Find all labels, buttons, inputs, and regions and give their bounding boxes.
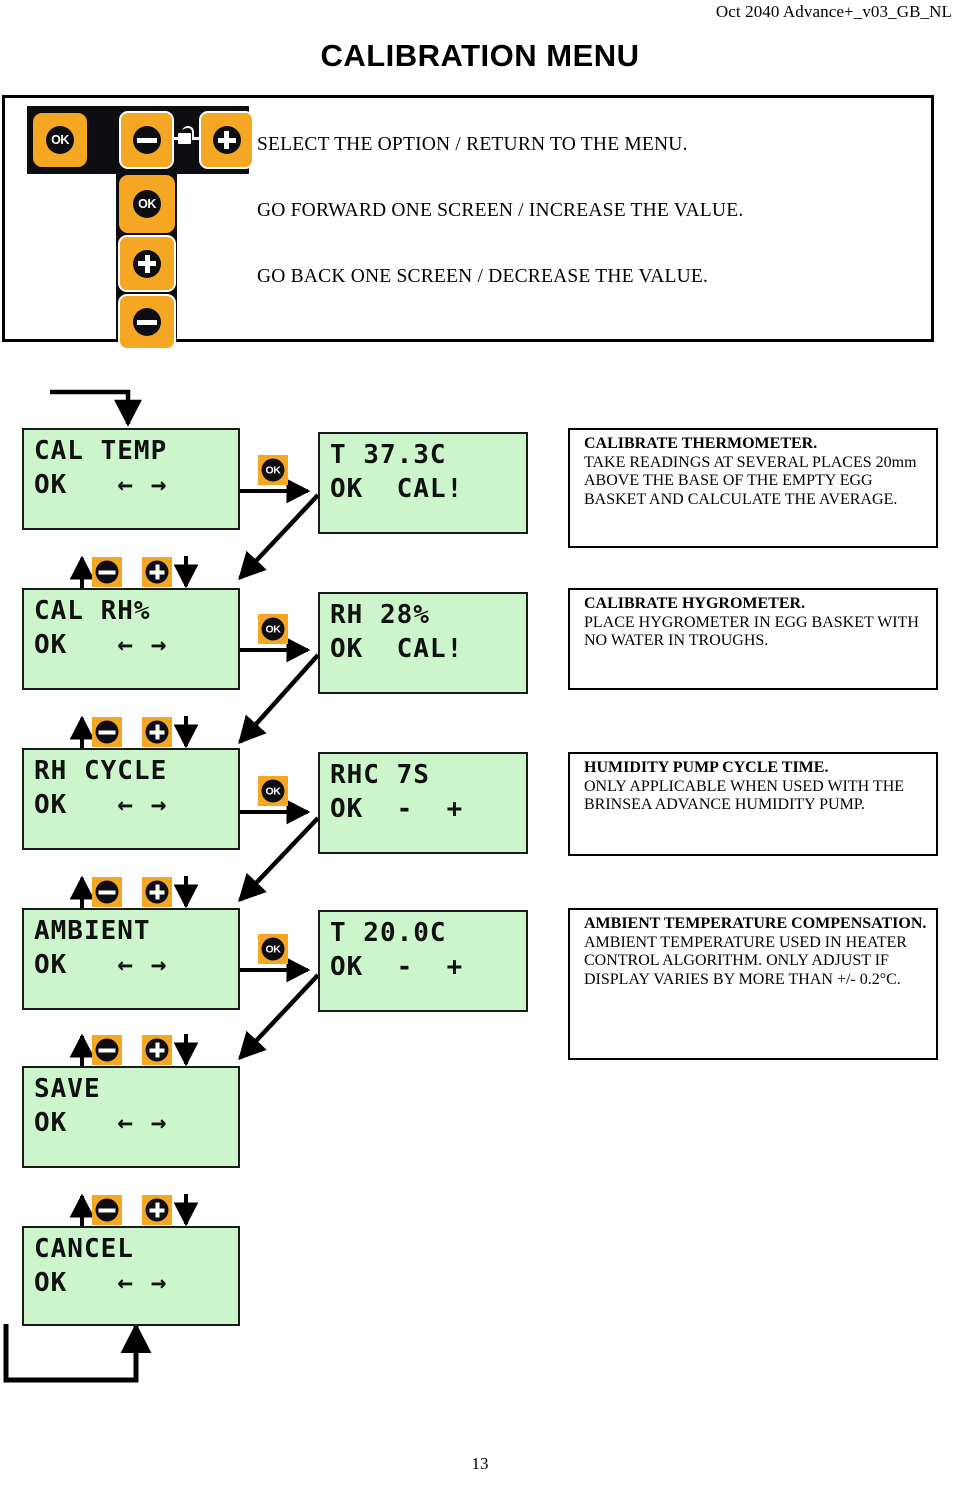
lcd-line-2: OK ← →	[34, 1268, 168, 1298]
plus-icon	[133, 249, 161, 278]
lcd-line-1: RH 28%	[330, 600, 430, 630]
ok-icon: OK	[133, 190, 161, 218]
keypad-plus-button[interactable]	[118, 235, 176, 292]
lcd-screen-temp-value[interactable]: T 37.3C OK CAL!	[318, 432, 528, 534]
description-calibrate-thermometer: CALIBRATE THERMOMETER. TAKE READINGS AT …	[568, 428, 938, 548]
lcd-line-1: RHC 7S	[330, 760, 430, 790]
lcd-screen-rhc-value[interactable]: RHC 7S OK - +	[318, 752, 528, 854]
document-reference: Oct 2040 Advance+_v03_GB_NL	[715, 2, 952, 21]
page-title: CALIBRATION MENU	[320, 38, 640, 73]
lcd-line-1: RH CYCLE	[34, 756, 168, 786]
lcd-line-2: OK CAL!	[330, 634, 464, 664]
lcd-line-1: SAVE	[34, 1074, 101, 1104]
lcd-screen-rh-value[interactable]: RH 28% OK CAL!	[318, 592, 528, 694]
lcd-screen-save[interactable]: SAVE OK ← →	[22, 1066, 240, 1168]
description-title: CALIBRATE THERMOMETER.	[584, 435, 818, 452]
connector-minus-icon	[92, 1195, 122, 1225]
ok-icon: OK	[261, 779, 285, 803]
plus-icon	[145, 1038, 169, 1062]
description-title: CALIBRATE HYGROMETER.	[584, 595, 806, 612]
connector-plus-icon	[142, 557, 172, 587]
ok-icon: OK	[261, 937, 285, 961]
minus-icon	[133, 308, 161, 336]
plus-icon	[212, 126, 241, 154]
keypad-minus-button-top[interactable]	[119, 111, 174, 169]
minus-icon	[95, 880, 119, 904]
lcd-line-2: OK CAL!	[330, 474, 464, 504]
connector-ok-icon: OK	[258, 934, 288, 964]
description-body: AMBIENT TEMPERATURE USED IN HEATER CONTR…	[584, 933, 907, 988]
lcd-line-2: OK ← →	[34, 630, 168, 660]
description-body: PLACE HYGROMETER IN EGG BASKET WITH NO W…	[584, 613, 919, 650]
lcd-line-1: CANCEL	[34, 1234, 134, 1264]
minus-icon	[95, 1038, 119, 1062]
minus-icon	[95, 1198, 119, 1222]
ok-icon: OK	[261, 617, 285, 641]
description-humidity-pump-cycle-time: HUMIDITY PUMP CYCLE TIME. ONLY APPLICABL…	[568, 752, 938, 856]
lcd-screen-ambient-value[interactable]: T 20.0C OK - +	[318, 910, 528, 1012]
lcd-line-1: CAL TEMP	[34, 436, 168, 466]
ok-icon: OK	[46, 126, 74, 154]
plus-icon	[145, 720, 169, 744]
connector-ok-icon: OK	[258, 455, 288, 485]
ok-icon: OK	[261, 458, 285, 482]
lcd-line-1: AMBIENT	[34, 916, 151, 946]
lcd-line-2: OK ← →	[34, 950, 168, 980]
connector-plus-icon	[142, 877, 172, 907]
plus-icon	[145, 560, 169, 584]
lcd-screen-rh-cycle[interactable]: RH CYCLE OK ← →	[22, 748, 240, 850]
keypad-ok-button[interactable]: OK	[119, 175, 175, 233]
lcd-screen-cal-rh[interactable]: CAL RH% OK ← →	[22, 588, 240, 690]
description-body: TAKE READINGS AT SEVERAL PLACES 20mm ABO…	[584, 453, 917, 508]
lcd-line-2: OK - +	[330, 794, 464, 824]
lcd-line-2: OK - +	[330, 952, 464, 982]
lcd-line-1: CAL RH%	[34, 596, 151, 626]
lcd-screen-cancel[interactable]: CANCEL OK ← →	[22, 1226, 240, 1326]
plus-icon	[145, 1198, 169, 1222]
lock-body	[178, 133, 191, 144]
minus-icon	[132, 126, 161, 154]
connector-minus-icon	[92, 877, 122, 907]
connector-plus-icon	[142, 1195, 172, 1225]
page-number: 13	[471, 1454, 489, 1473]
lock-connector-left	[173, 137, 179, 140]
legend-line-forward: GO FORWARD ONE SCREEN / INCREASE THE VAL…	[257, 200, 744, 221]
minus-icon	[95, 720, 119, 744]
button-legend-panel: OK OK SELECT THE OPTION / RETURN TO THE …	[2, 95, 934, 350]
lcd-screen-ambient[interactable]: AMBIENT OK ← →	[22, 908, 240, 1010]
connector-minus-icon	[92, 1035, 122, 1065]
keypad-plus-button-top[interactable]	[199, 111, 254, 169]
lock-icon	[178, 126, 194, 146]
connector-plus-icon	[142, 1035, 172, 1065]
connector-ok-icon: OK	[258, 614, 288, 644]
keypad-illustration: OK OK	[27, 106, 257, 350]
lcd-line-2: OK ← →	[34, 470, 168, 500]
lcd-line-2: OK ← →	[34, 790, 168, 820]
keypad-ok-button-top[interactable]: OK	[33, 113, 87, 167]
legend-text-list: SELECT THE OPTION / RETURN TO THE MENU. …	[257, 112, 917, 310]
keypad-minus-button[interactable]	[118, 294, 176, 350]
connector-ok-icon: OK	[258, 776, 288, 806]
lcd-screen-cal-temp[interactable]: CAL TEMP OK ← →	[22, 428, 240, 530]
plus-icon	[145, 880, 169, 904]
description-title: AMBIENT TEMPERATURE COMPENSATION.	[584, 915, 927, 932]
connector-plus-icon	[142, 717, 172, 747]
description-title: HUMIDITY PUMP CYCLE TIME.	[584, 759, 829, 776]
lcd-line-1: T 37.3C	[330, 440, 447, 470]
legend-line-back: GO BACK ONE SCREEN / DECREASE THE VALUE.	[257, 266, 709, 287]
description-body: ONLY APPLICABLE WHEN USED WITH THE BRINS…	[584, 777, 905, 814]
minus-icon	[95, 560, 119, 584]
document-page: Oct 2040 Advance+_v03_GB_NL CALIBRATION …	[0, 0, 960, 1494]
lcd-line-2: OK ← →	[34, 1108, 168, 1138]
connector-minus-icon	[92, 717, 122, 747]
description-ambient-temperature-compensation: AMBIENT TEMPERATURE COMPENSATION. AMBIEN…	[568, 908, 938, 1060]
connector-minus-icon	[92, 557, 122, 587]
legend-line-select: SELECT THE OPTION / RETURN TO THE MENU.	[257, 134, 688, 155]
description-calibrate-hygrometer: CALIBRATE HYGROMETER. PLACE HYGROMETER I…	[568, 588, 938, 690]
lcd-line-1: T 20.0C	[330, 918, 447, 948]
